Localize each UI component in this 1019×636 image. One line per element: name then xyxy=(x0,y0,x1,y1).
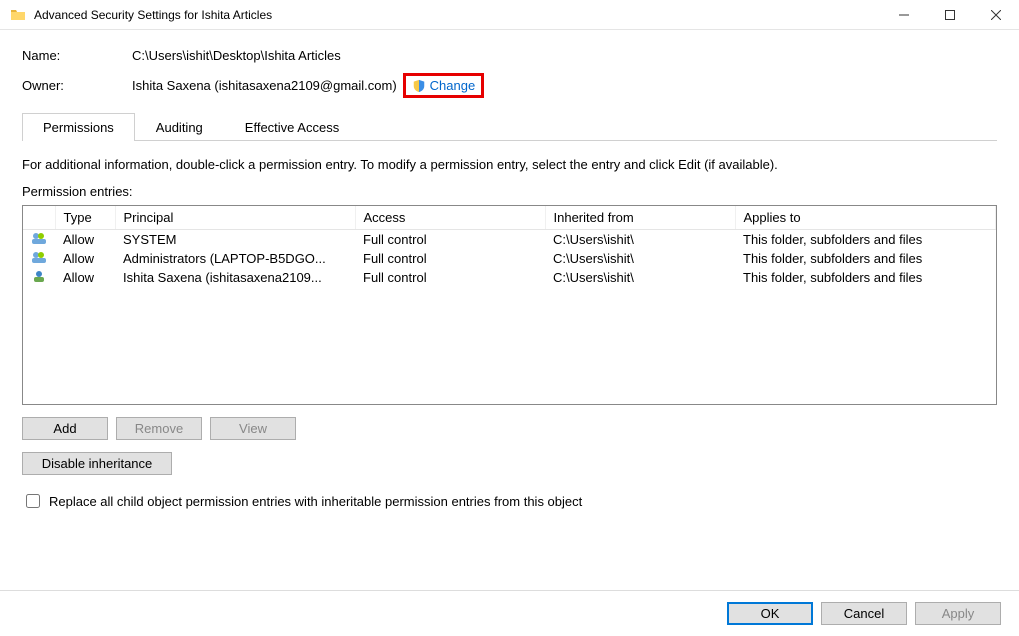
tab-strip: Permissions Auditing Effective Access xyxy=(22,112,997,141)
permission-table-box: Type Principal Access Inherited from App… xyxy=(22,205,997,405)
add-button[interactable]: Add xyxy=(22,417,108,440)
row-access: Full control xyxy=(355,268,545,287)
row-principal: Administrators (LAPTOP-B5DGO... xyxy=(115,249,355,268)
table-buttons: Add Remove View xyxy=(22,417,997,440)
footer: OK Cancel Apply xyxy=(0,590,1019,636)
name-value: C:\Users\ishit\Desktop\Ishita Articles xyxy=(132,48,341,63)
ok-button[interactable]: OK xyxy=(727,602,813,625)
row-icon xyxy=(23,230,55,250)
table-header-row: Type Principal Access Inherited from App… xyxy=(23,206,996,230)
minimize-button[interactable] xyxy=(881,0,927,29)
row-applies: This folder, subfolders and files xyxy=(735,230,996,250)
name-label: Name: xyxy=(22,48,132,63)
content-area: Name: C:\Users\ishit\Desktop\Ishita Arti… xyxy=(0,30,1019,523)
header-principal[interactable]: Principal xyxy=(115,206,355,230)
row-principal: Ishita Saxena (ishitasaxena2109... xyxy=(115,268,355,287)
table-row[interactable]: AllowAdministrators (LAPTOP-B5DGO...Full… xyxy=(23,249,996,268)
row-principal: SYSTEM xyxy=(115,230,355,250)
info-text: For additional information, double-click… xyxy=(22,157,997,172)
owner-value: Ishita Saxena (ishitasaxena2109@gmail.co… xyxy=(132,78,397,93)
tab-auditing[interactable]: Auditing xyxy=(135,113,224,141)
replace-checkbox-row: Replace all child object permission entr… xyxy=(22,491,997,511)
titlebar: Advanced Security Settings for Ishita Ar… xyxy=(0,0,1019,30)
row-icon xyxy=(23,268,55,287)
row-type: Allow xyxy=(55,249,115,268)
permission-table: Type Principal Access Inherited from App… xyxy=(23,206,996,287)
owner-row: Owner: Ishita Saxena (ishitasaxena2109@g… xyxy=(22,73,997,98)
entries-label: Permission entries: xyxy=(22,184,997,199)
name-row: Name: C:\Users\ishit\Desktop\Ishita Arti… xyxy=(22,48,997,63)
row-applies: This folder, subfolders and files xyxy=(735,249,996,268)
window-controls xyxy=(881,0,1019,29)
tab-effective-access[interactable]: Effective Access xyxy=(224,113,360,141)
owner-label: Owner: xyxy=(22,78,132,93)
row-inherited: C:\Users\ishit\ xyxy=(545,268,735,287)
replace-checkbox-label: Replace all child object permission entr… xyxy=(49,494,582,509)
replace-checkbox[interactable] xyxy=(26,494,40,508)
maximize-button[interactable] xyxy=(927,0,973,29)
tab-permissions[interactable]: Permissions xyxy=(22,113,135,141)
header-icon[interactable] xyxy=(23,206,55,230)
view-button[interactable]: View xyxy=(210,417,296,440)
apply-button[interactable]: Apply xyxy=(915,602,1001,625)
row-icon xyxy=(23,249,55,268)
window-title: Advanced Security Settings for Ishita Ar… xyxy=(34,8,881,22)
row-access: Full control xyxy=(355,230,545,250)
shield-icon xyxy=(412,79,426,93)
row-type: Allow xyxy=(55,268,115,287)
row-inherited: C:\Users\ishit\ xyxy=(545,249,735,268)
row-access: Full control xyxy=(355,249,545,268)
header-access[interactable]: Access xyxy=(355,206,545,230)
header-applies[interactable]: Applies to xyxy=(735,206,996,230)
table-row[interactable]: AllowSYSTEMFull controlC:\Users\ishit\Th… xyxy=(23,230,996,250)
header-type[interactable]: Type xyxy=(55,206,115,230)
row-type: Allow xyxy=(55,230,115,250)
table-row[interactable]: AllowIshita Saxena (ishitasaxena2109...F… xyxy=(23,268,996,287)
row-applies: This folder, subfolders and files xyxy=(735,268,996,287)
change-owner-link[interactable]: Change xyxy=(430,78,476,93)
header-inherited[interactable]: Inherited from xyxy=(545,206,735,230)
inheritance-row: Disable inheritance xyxy=(22,452,997,475)
disable-inheritance-button[interactable]: Disable inheritance xyxy=(22,452,172,475)
folder-icon xyxy=(10,7,26,23)
row-inherited: C:\Users\ishit\ xyxy=(545,230,735,250)
change-owner-highlight: Change xyxy=(403,73,485,98)
remove-button[interactable]: Remove xyxy=(116,417,202,440)
close-button[interactable] xyxy=(973,0,1019,29)
cancel-button[interactable]: Cancel xyxy=(821,602,907,625)
